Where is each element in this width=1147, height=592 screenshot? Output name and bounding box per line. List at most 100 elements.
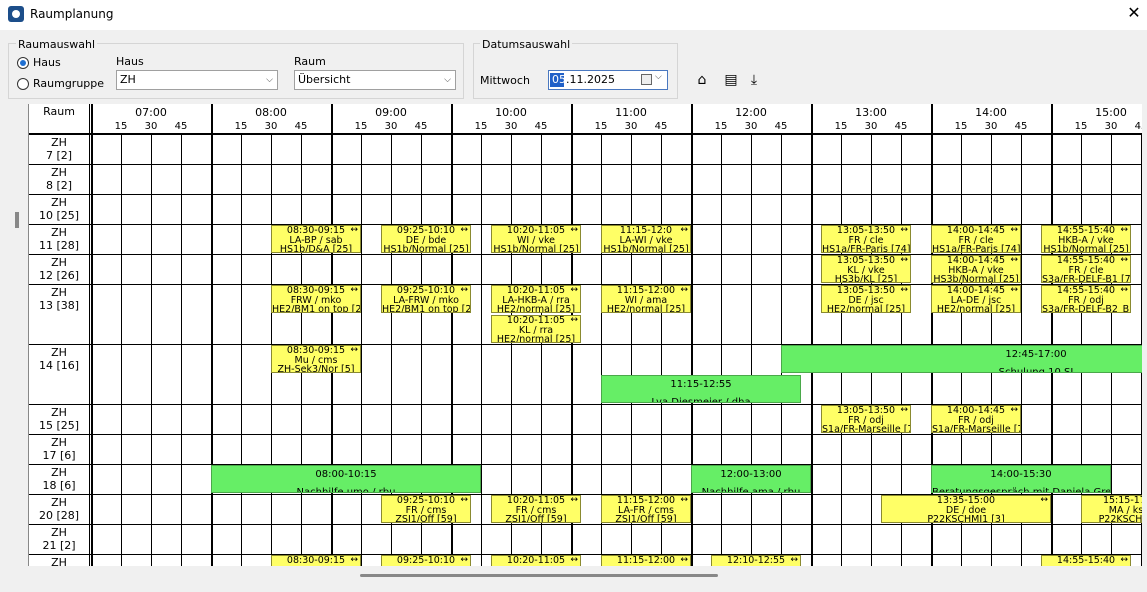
event-time: 08:00-10:15 — [315, 469, 377, 480]
resize-arrows-icon[interactable]: ↔ — [900, 226, 908, 236]
event-block[interactable]: 14:00-14:45 HKB-A / vke HS3b/Normal [25] ↔ — [931, 255, 1021, 283]
resize-arrows-icon[interactable]: ↔ — [350, 286, 358, 296]
event-time: 11:15-12:00 — [616, 555, 676, 566]
resize-arrows-icon[interactable]: ↔ — [1010, 226, 1018, 236]
resize-arrows-icon[interactable]: ↔ — [1120, 556, 1128, 566]
event-block[interactable]: 13:05-13:50 KL / vke HS3b/KL [25] ↔ — [821, 255, 911, 283]
grid-line — [121, 134, 122, 566]
resize-arrows-icon[interactable]: ↔ — [1120, 256, 1128, 266]
resize-arrows-icon[interactable]: ↔ — [570, 556, 578, 566]
event-group: S1a/FR-Marseille [74] — [822, 424, 910, 433]
resize-arrows-icon[interactable]: ↔ — [790, 556, 798, 566]
quarter-label: 15 — [354, 121, 368, 132]
event-block[interactable]: 08:00-10:15 Nachhilfe umo / rbu — [211, 465, 481, 493]
event-block[interactable]: 09:25-10:10 LA-FRW / mko HE2/BM1 on top [2… — [381, 285, 471, 313]
event-block[interactable]: 08:30-09:15 LA-BP / sab HS1b/D&A [25] ↔ — [271, 225, 361, 253]
room-house: ZH — [51, 526, 67, 539]
chevron-down-icon[interactable]: ⌵ — [655, 72, 662, 82]
resize-arrows-icon[interactable]: ↔ — [570, 316, 578, 326]
event-group: HE2/normal [25] — [936, 304, 1016, 313]
quarter-label: 45 — [534, 121, 548, 132]
resize-arrows-icon[interactable]: ↔ — [570, 496, 578, 506]
row-divider — [29, 134, 1142, 135]
resize-arrows-icon[interactable]: ↔ — [680, 226, 688, 236]
resize-arrows-icon[interactable]: ↔ — [460, 286, 468, 296]
event-group: ZH-Sek3/Nor [5] — [277, 364, 355, 373]
event-block[interactable]: 15:15-17:MA / ksP22KSCHMI↔ — [1081, 495, 1142, 523]
resize-arrows-icon[interactable]: ↔ — [680, 556, 688, 566]
resize-arrows-icon[interactable]: ↔ — [350, 346, 358, 356]
horizontal-scrollbar[interactable] — [360, 574, 718, 577]
event-block[interactable]: 09:25-10:10 DE / bde HS1b/Normal [25] ↔ — [381, 225, 471, 253]
resize-arrows-icon[interactable]: ↔ — [1040, 496, 1048, 506]
event-block[interactable]: 10:20-11:05 FR / cms ZSJ1/Off [59] ↔ — [491, 495, 581, 523]
event-block[interactable]: 13:05-13:50 FR / cle HS1a/FR-Paris [74] ↔ — [821, 225, 911, 253]
room-number: 10 [25] — [38, 209, 80, 222]
resize-arrows-icon[interactable]: ↔ — [350, 556, 358, 566]
date-picker[interactable]: 05.11.2025 ⌵ — [548, 70, 668, 90]
event-block[interactable]: 11:15-12:0 LA-WI / vke HS1b/Normal [25] ↔ — [601, 225, 691, 253]
resize-arrows-icon[interactable]: ↔ — [1010, 406, 1018, 416]
event-block[interactable]: 14:00-15:30 Beratungsgespräch mit Daniela… — [931, 465, 1111, 493]
list-document-icon[interactable]: ▤ — [722, 71, 740, 89]
resize-arrows-icon[interactable]: ↔ — [1010, 286, 1018, 296]
event-block[interactable]: 13:35-15:00 DE / doe P22KSCHMI1 [3] ↔ — [881, 495, 1051, 523]
event-block[interactable]: 08:30-09:15 ↔ — [271, 555, 361, 566]
row-divider — [29, 194, 1142, 195]
download-icon[interactable]: ⤓ — [745, 71, 763, 89]
event-block[interactable]: 12:10-12:55 ↔ — [711, 555, 801, 566]
event-group: HS3b/KL [25] — [834, 274, 898, 283]
event-block[interactable]: 13:05-13:50 DE / jsc HE2/normal [25] ↔ — [821, 285, 911, 313]
event-block[interactable]: 11:15-12:55 Lya Diesmeier / dha — [601, 375, 801, 403]
haus-radio[interactable] — [17, 57, 29, 69]
resize-arrows-icon[interactable]: ↔ — [570, 286, 578, 296]
resize-arrows-icon[interactable]: ↔ — [900, 286, 908, 296]
event-block[interactable]: 13:05-13:50FR / odjS1a/FR-Marseille [74]… — [821, 405, 911, 433]
event-block[interactable]: 09:25-10:10 FR / cms ZSJ1/Off [59] ↔ — [381, 495, 471, 523]
resize-arrows-icon[interactable]: ↔ — [460, 226, 468, 236]
splitter-handle[interactable] — [15, 212, 19, 228]
event-block[interactable]: 14:00-14:45 FR / cle HS1a/FR-Paris [74] ↔ — [931, 225, 1021, 253]
event-block[interactable]: 14:55-15:40 HKB-A / vke HS1b/Normal [25] ↔ — [1041, 225, 1131, 253]
event-block[interactable]: 08:30-09:15FRW / mkoHE2/BM1 on top [25]↔ — [271, 285, 361, 313]
event-block[interactable]: 09:25-10:10 ↔ — [381, 555, 471, 566]
calendar-icon[interactable] — [641, 74, 652, 85]
resize-arrows-icon[interactable]: ↔ — [900, 406, 908, 416]
room-number: 15 [25] — [38, 419, 80, 432]
event-block[interactable]: 14:55-15:40FR / odjS3a/FR-DELF-B2_B [75]… — [1041, 285, 1131, 313]
resize-arrows-icon[interactable]: ↔ — [570, 226, 578, 236]
event-block[interactable]: 11:15-12:00 ↔ — [601, 555, 691, 566]
event-block[interactable]: 11:15-12:00 WI / ama HE2/normal [25] ↔ — [601, 285, 691, 313]
event-block[interactable]: 12:45-17:00 Schulung 10.SJ — [781, 345, 1142, 373]
event-block[interactable]: 12:00-13:00 Nachhilfe ama / rbu — [691, 465, 811, 493]
resize-arrows-icon[interactable]: ↔ — [460, 556, 468, 566]
resize-arrows-icon[interactable]: ↔ — [460, 496, 468, 506]
event-block[interactable]: 10:20-11:05 WI / vke HS1b/Normal [25] ↔ — [491, 225, 581, 253]
event-block[interactable]: 10:20-11:05 LA-HKB-A / rra HE2/normal [25]… — [491, 285, 581, 313]
hour-label: 10:00 — [495, 106, 527, 119]
resize-arrows-icon[interactable]: ↔ — [680, 496, 688, 506]
resize-arrows-icon[interactable]: ↔ — [680, 286, 688, 296]
room-label: ZH 14 [16] — [29, 346, 89, 372]
house-add-icon[interactable]: ⌂ — [693, 71, 711, 89]
event-block[interactable]: 10:20-11:05 KL / rra HE2/normal [25] ↔ — [491, 315, 581, 343]
resize-arrows-icon[interactable]: ↔ — [350, 226, 358, 236]
haus-select[interactable]: ZH ⌵ — [116, 70, 278, 90]
raum-select[interactable]: Übersicht ⌵ — [294, 70, 456, 90]
event-group: S1a/FR-Marseille [74] — [932, 424, 1020, 433]
raumgruppe-radio[interactable] — [17, 78, 29, 90]
event-group: HS1a/FR-Paris [74] — [932, 244, 1021, 253]
event-block[interactable]: 14:00-14:45FR / odjS1a/FR-Marseille [74]… — [931, 405, 1021, 433]
resize-arrows-icon[interactable]: ↔ — [1120, 226, 1128, 236]
event-block[interactable]: 14:55-15:40 FR / cle S3a/FR-DELF-B1 [75] ↔ — [1041, 255, 1131, 283]
resize-arrows-icon[interactable]: ↔ — [1120, 286, 1128, 296]
resize-arrows-icon[interactable]: ↔ — [900, 256, 908, 266]
event-block[interactable]: 11:15-12:00 LA-FR / cms ZSJ1/Off [59] ↔ — [601, 495, 691, 523]
close-icon[interactable]: ✕ — [1124, 3, 1144, 23]
event-block[interactable]: 14:00-14:45 LA-DE / jsc HE2/normal [25] ↔ — [931, 285, 1021, 313]
event-block[interactable]: 14:55-15:40 ↔ — [1041, 555, 1131, 566]
resize-arrows-icon[interactable]: ↔ — [1010, 256, 1018, 266]
event-block[interactable]: 08:30-09:15 Mu / cms ZH-Sek3/Nor [5] ↔ — [271, 345, 361, 373]
event-block[interactable]: 10:20-11:05 ↔ — [491, 555, 581, 566]
room-number: 13 [38] — [38, 299, 80, 312]
